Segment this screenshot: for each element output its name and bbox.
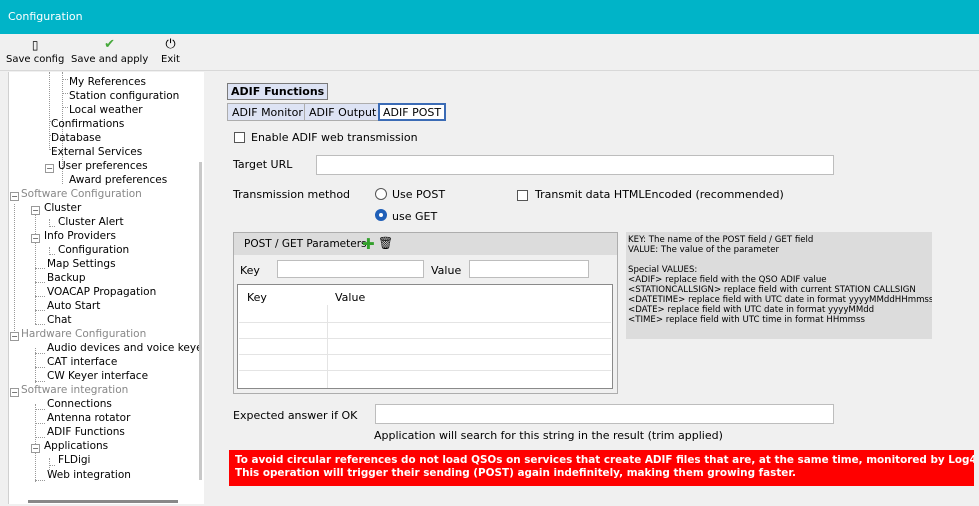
html-encoded-label: Transmit data HTMLEncoded (recommended) xyxy=(535,188,784,201)
parameters-title: POST / GET Parameters xyxy=(244,238,367,250)
tab-adif-post[interactable]: ADIF POST xyxy=(378,103,447,121)
warning-line: To avoid circular references do not load… xyxy=(235,454,974,466)
tree-item-audio-devices[interactable]: Audio devices and voice keye xyxy=(47,342,203,355)
target-url-label: Target URL xyxy=(233,158,293,171)
param-key-input[interactable] xyxy=(277,260,424,278)
collapse-icon[interactable]: − xyxy=(10,332,19,341)
plus-icon[interactable]: ✚ xyxy=(362,235,375,253)
tree-item-configuration[interactable]: Configuration xyxy=(58,244,129,257)
param-value-label: Value xyxy=(431,264,462,277)
expected-answer-label: Expected answer if OK xyxy=(233,409,358,422)
tree-item-cluster-alert[interactable]: Cluster Alert xyxy=(58,216,124,229)
collapse-icon[interactable]: − xyxy=(31,444,40,453)
enable-web-transmission-checkbox[interactable] xyxy=(234,132,245,143)
column-header-key[interactable]: Key xyxy=(247,291,267,304)
tree-item-software-integration[interactable]: Software integration xyxy=(21,384,128,397)
help-line: <TIME> replace field with UTC time in fo… xyxy=(628,315,865,325)
tree-item-user-preferences[interactable]: User preferences xyxy=(58,160,148,173)
target-url-input[interactable] xyxy=(316,155,834,175)
help-line: <DATE> replace field with UTC date in fo… xyxy=(628,305,875,315)
use-post-label: Use POST xyxy=(392,188,446,201)
circular-reference-warning: To avoid circular references do not load… xyxy=(229,450,974,486)
exit-button[interactable]: ⏻ Exit xyxy=(161,36,180,65)
use-post-radio[interactable] xyxy=(375,188,387,200)
tree-item-cw-keyer-interface[interactable]: CW Keyer interface xyxy=(47,370,148,383)
help-text-box: KEY: The name of the POST field / GET fi… xyxy=(626,232,932,339)
help-line: VALUE: The value of the parameter xyxy=(628,245,780,255)
collapse-icon[interactable]: − xyxy=(31,234,40,243)
help-line: <ADIF> replace field with the QSO ADIF v… xyxy=(628,275,827,285)
html-encoded-checkbox[interactable] xyxy=(517,190,528,201)
section-title: ADIF Functions xyxy=(227,83,329,100)
trash-icon[interactable]: 🗑 xyxy=(378,236,393,250)
tree-item-backup[interactable]: Backup xyxy=(47,272,86,285)
tree-item-web-integration[interactable]: Web integration xyxy=(47,469,131,482)
tree-item-cluster[interactable]: Cluster xyxy=(44,202,81,215)
param-value-input[interactable] xyxy=(469,260,589,278)
tree-item-antenna-rotator[interactable]: Antenna rotator xyxy=(47,412,130,425)
settings-tree[interactable]: My References Station configuration Loca… xyxy=(8,72,204,504)
tree-item-external-services[interactable]: External Services xyxy=(51,146,142,159)
tree-item-cat-interface[interactable]: CAT interface xyxy=(47,356,117,369)
use-get-radio[interactable] xyxy=(375,209,387,221)
param-key-label: Key xyxy=(240,264,260,277)
use-get-label: use GET xyxy=(392,210,438,223)
adif-functions-panel: ADIF Functions ADIF Monitor ADIF Output … xyxy=(210,72,979,506)
window-title: Configuration xyxy=(8,10,83,23)
tree-item-auto-start[interactable]: Auto Start xyxy=(47,300,100,313)
save-and-apply-label: Save and apply xyxy=(71,54,149,65)
tab-adif-output[interactable]: ADIF Output xyxy=(304,103,382,121)
collapse-icon[interactable]: − xyxy=(10,192,19,201)
tree-item-applications[interactable]: Applications xyxy=(44,440,108,453)
warning-line: This operation will trigger their sendin… xyxy=(235,467,796,479)
toolbar: ▯ Save config ✔ Save and apply ⏻ Exit xyxy=(0,34,979,68)
tree-item-software-configuration[interactable]: Software Configuration xyxy=(21,188,142,201)
help-line: <DATETIME> replace field with UTC date i… xyxy=(628,295,932,305)
collapse-icon[interactable]: − xyxy=(31,206,40,215)
tree-item-voacap-propagation[interactable]: VOACAP Propagation xyxy=(47,286,156,299)
tree-item-info-providers[interactable]: Info Providers xyxy=(44,230,116,243)
expected-answer-hint: Application will search for this string … xyxy=(374,429,723,442)
help-line: KEY: The name of the POST field / GET fi… xyxy=(628,235,814,245)
collapse-icon[interactable]: − xyxy=(45,164,54,173)
tree-item-chat[interactable]: Chat xyxy=(47,314,72,327)
tree-item-hardware-configuration[interactable]: Hardware Configuration xyxy=(21,328,146,341)
exit-label: Exit xyxy=(161,54,180,65)
help-line xyxy=(628,255,930,265)
help-line: Special VALUES: xyxy=(628,265,698,275)
save-config-button[interactable]: ▯ Save config xyxy=(6,36,64,65)
checkmark-icon: ✔ xyxy=(104,37,116,52)
expected-answer-input[interactable] xyxy=(375,404,834,424)
tree-item-confirmations[interactable]: Confirmations xyxy=(51,118,124,131)
tree-item-adif-functions[interactable]: ADIF Functions xyxy=(47,426,125,439)
tree-item-fldigi[interactable]: FLDigi xyxy=(58,454,90,467)
tree-item-connections[interactable]: Connections xyxy=(47,398,112,411)
column-header-value[interactable]: Value xyxy=(335,291,365,304)
tree-item-my-references[interactable]: My References xyxy=(69,76,146,89)
help-line: <STATIONCALLSIGN> replace field with cur… xyxy=(628,285,916,295)
floppy-disk-icon: ▯ xyxy=(31,38,39,52)
tree-vertical-scrollbar[interactable] xyxy=(199,162,202,480)
parameters-table[interactable]: Key Value xyxy=(237,284,613,389)
toolbar-divider xyxy=(0,70,979,71)
tree-item-database[interactable]: Database xyxy=(51,132,101,145)
transmission-method-label: Transmission method xyxy=(233,188,351,201)
tree-item-map-settings[interactable]: Map Settings xyxy=(47,258,116,271)
tab-adif-monitor[interactable]: ADIF Monitor xyxy=(227,103,308,121)
parameters-group: POST / GET Parameters ✚ 🗑 Key Value Key … xyxy=(233,232,618,394)
collapse-icon[interactable]: − xyxy=(10,388,19,397)
tree-item-award-preferences[interactable]: Award preferences xyxy=(69,174,167,187)
tree-horizontal-scrollbar[interactable] xyxy=(28,500,178,503)
save-config-label: Save config xyxy=(6,54,65,65)
tree-item-station-configuration[interactable]: Station configuration xyxy=(69,90,179,103)
power-icon: ⏻ xyxy=(165,37,176,52)
save-and-apply-button[interactable]: ✔ Save and apply xyxy=(71,36,148,65)
parameters-header: POST / GET Parameters ✚ 🗑 xyxy=(234,233,617,255)
enable-web-transmission-label: Enable ADIF web transmission xyxy=(251,131,418,144)
tree-item-local-weather[interactable]: Local weather xyxy=(69,104,143,117)
title-bar: Configuration xyxy=(0,0,979,34)
